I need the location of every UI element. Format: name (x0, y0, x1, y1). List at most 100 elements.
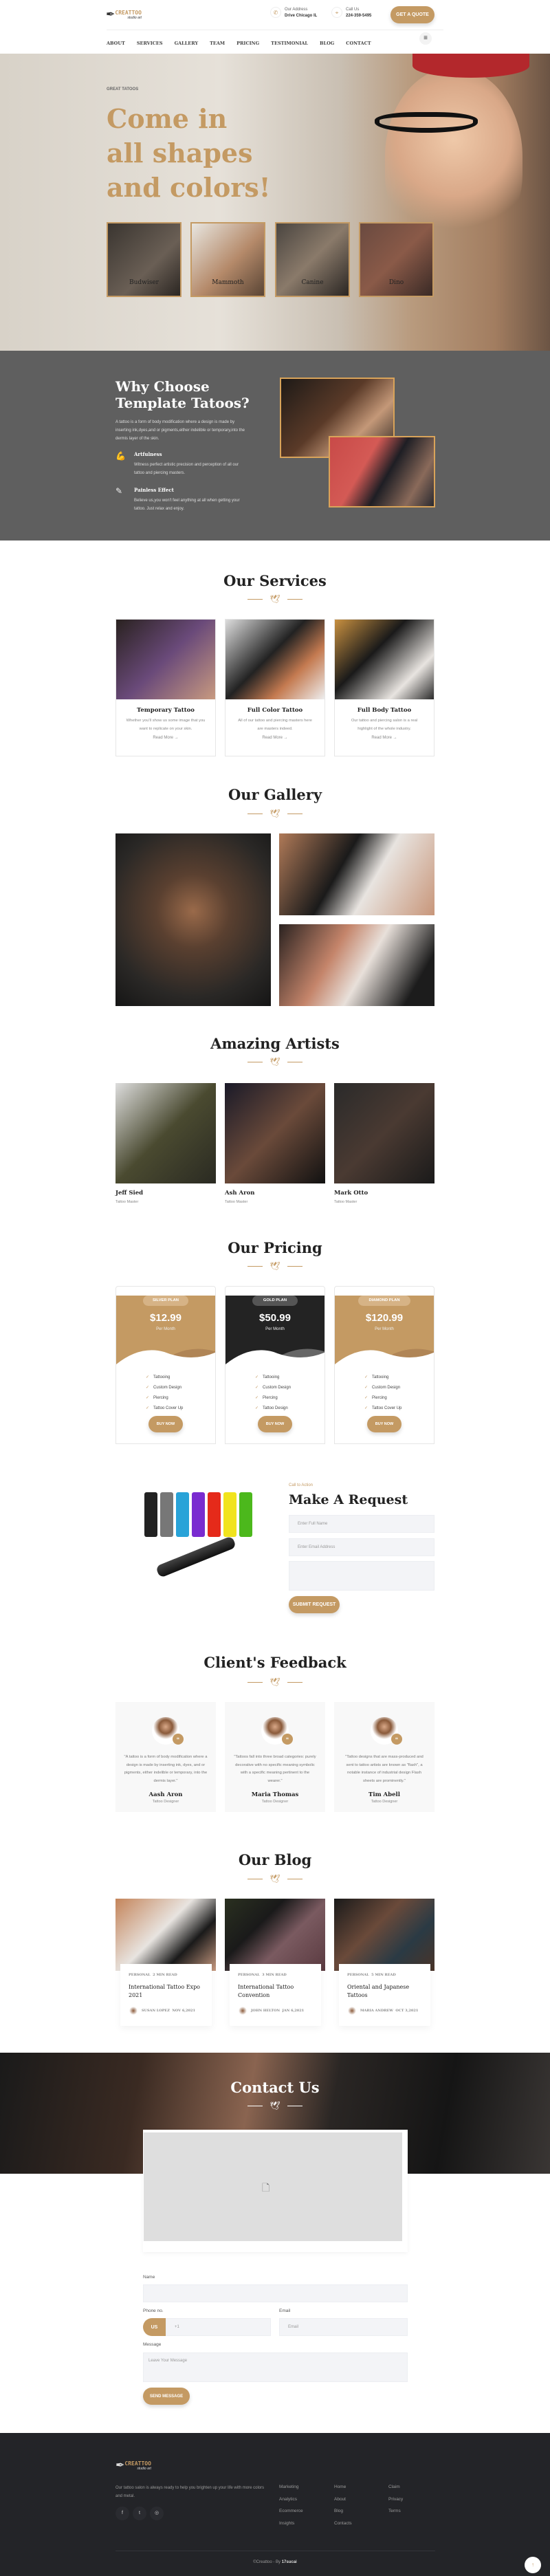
feature-title: Artfulness (134, 451, 162, 457)
author-avatar (347, 2006, 357, 2016)
contact-name-input[interactable] (143, 2284, 408, 2302)
service-card: Temporary Tattoo Whether you'll show us … (116, 619, 216, 756)
contact-message-input[interactable]: Leave Your Message (143, 2353, 408, 2382)
swallow-icon: 🕊 (270, 2101, 280, 2110)
author-avatar (129, 2006, 138, 2016)
hero-thumb[interactable]: Dino (359, 222, 434, 297)
request-message-input[interactable] (289, 1561, 434, 1591)
blog-title[interactable]: Oriental and Japanese Tattoos (347, 1983, 422, 2000)
logo-icon: ✒ (106, 9, 116, 21)
nav-contact[interactable]: CONTACT (346, 41, 371, 46)
footer-link[interactable]: Claim (388, 2485, 400, 2489)
hero-thumb[interactable]: Budwiser (107, 222, 182, 297)
buy-now-button[interactable]: BUY NOW (148, 1416, 183, 1432)
check-icon: ✓ (255, 1386, 259, 1390)
contact-email-input[interactable]: Email (279, 2318, 408, 2336)
footer-link[interactable]: Insights (279, 2521, 294, 2526)
why-title: Why Choose Template Tatoos? (116, 378, 250, 411)
nav-team[interactable]: TEAM (210, 41, 225, 46)
nav-services[interactable]: SERVICES (137, 41, 163, 46)
nav-gallery[interactable]: GALLERY (175, 41, 199, 46)
footer-link[interactable]: Blog (334, 2509, 343, 2513)
plan-badge: SILVER PLAN (143, 1296, 188, 1306)
artist-photo (116, 1083, 216, 1183)
artist-card[interactable]: Jeff Sied Tattoo Master (116, 1083, 216, 1204)
read-more-link[interactable]: Read More → (226, 736, 324, 740)
footer-link[interactable]: Terms (388, 2509, 401, 2513)
testimonial-quote: "A tattoo is a form of body modification… (124, 1755, 208, 1784)
footer-link[interactable]: Contacts (334, 2521, 352, 2526)
arrow-right-icon: → (283, 736, 288, 740)
client-role: Tattoo Designer (371, 1799, 398, 1804)
phone-input[interactable]: +1 (166, 2318, 271, 2336)
artist-card[interactable]: Mark Otto Tattoo Master (334, 1083, 434, 1204)
blog-card[interactable]: PERSONAL 3 MIN READ International Tattoo… (225, 1899, 325, 2029)
artist-role: Tattoo Master (334, 1200, 358, 1204)
plan-feature: ✓ Tattoo Design (255, 1406, 288, 1410)
blog-card[interactable]: PERSONAL 2 MIN READ International Tattoo… (116, 1899, 216, 2029)
submit-request-button[interactable]: SUBMIT REQUEST (289, 1596, 340, 1613)
nav-blog[interactable]: BLOG (320, 41, 334, 46)
hero-thumb[interactable]: Canine (275, 222, 350, 297)
read-more-link[interactable]: Read More → (116, 736, 215, 740)
footer-logo[interactable]: ✒ CREATTOO studio art (116, 2458, 151, 2472)
footer-link[interactable]: Privacy (388, 2497, 403, 2502)
plan-period: Per Month (265, 1327, 285, 1331)
logo-icon: ✒ (116, 2460, 125, 2471)
section-divider: 🕊 (248, 1056, 302, 1067)
buy-now-button[interactable]: BUY NOW (367, 1416, 402, 1432)
map-frame[interactable]: 🗋 (143, 2130, 408, 2252)
nav-about[interactable]: ABOUT (107, 41, 125, 46)
footer-link[interactable]: About (334, 2497, 346, 2502)
pricing-card: DIAMOND PLAN $120.99 Per Month ✓ Tattooin… (334, 1286, 434, 1444)
phone-label: Phone no. (143, 2308, 164, 2313)
service-image (116, 620, 215, 699)
menu-icon[interactable]: ≡ (419, 32, 432, 45)
check-icon: ✓ (146, 1396, 150, 1400)
logo[interactable]: ✒ CREATTOO studio art (106, 8, 142, 21)
name-label: Name (143, 2275, 155, 2280)
plan-badge: GOLD PLAN (252, 1296, 298, 1306)
copyright-brand[interactable]: 17sucai (282, 2560, 297, 2564)
nav-pricing[interactable]: PRICING (236, 41, 259, 46)
check-icon: ✓ (255, 1396, 259, 1400)
email-input[interactable]: Enter Email Address (289, 1538, 434, 1556)
full-name-input[interactable]: Enter Full Name (289, 1515, 434, 1533)
feature-text: Believe us,you won't feel anything at al… (134, 499, 240, 511)
gallery-image[interactable] (279, 833, 434, 915)
quote-icon: “ (173, 1734, 184, 1745)
blog-author: MARIA ANDREW OCT 3,2021 (347, 2006, 422, 2016)
address-info: Our Address Drive Chicago IL (285, 8, 318, 18)
twitter-icon[interactable]: t (133, 2507, 146, 2520)
request-eyebrow: Call to Action (289, 1483, 314, 1487)
check-icon: ✓ (364, 1386, 368, 1390)
hero-eyebrow: GREAT TATOOS (107, 87, 139, 91)
footer-link[interactable]: Home (334, 2485, 346, 2489)
scroll-to-top-button[interactable]: ↑ (525, 2557, 541, 2573)
buy-now-button[interactable]: BUY NOW (258, 1416, 292, 1432)
why-image-2 (329, 436, 435, 507)
blog-card[interactable]: PERSONAL 5 MIN READ Oriental and Japanes… (334, 1899, 434, 2029)
blog-title[interactable]: International Tattoo Expo 2021 (129, 1983, 204, 2000)
artist-card[interactable]: Ash Aron Tattoo Master (225, 1083, 325, 1204)
pricing-title: Our Pricing (228, 1239, 322, 1256)
footer-link[interactable]: Analytics (279, 2497, 297, 2502)
service-text: All of our tattoo and piercing masters h… (238, 719, 312, 731)
tattoo-machine-icon: ✎ (116, 486, 123, 496)
facebook-icon[interactable]: f (116, 2507, 129, 2520)
hero-thumb[interactable]: Mammoth (190, 222, 265, 297)
send-message-button[interactable]: SEND MESSAGE (143, 2388, 190, 2405)
gallery-image[interactable] (116, 833, 271, 1006)
footer-link[interactable]: Marketing (279, 2485, 299, 2489)
client-avatar: “ (152, 1717, 184, 1745)
nav-testimonial[interactable]: TESTIMONIAL (271, 41, 308, 46)
blog-title[interactable]: International Tattoo Convention (238, 1983, 313, 2000)
blog-image (116, 1899, 216, 1971)
message-label: Message (143, 2342, 162, 2347)
read-more-link[interactable]: Read More → (335, 736, 434, 740)
gallery-image[interactable] (279, 924, 434, 1006)
instagram-icon[interactable]: ◎ (150, 2507, 164, 2520)
footer-link[interactable]: Ecommerce (279, 2509, 303, 2513)
country-code-select[interactable]: US (143, 2318, 166, 2336)
get-a-quote-button[interactable]: GET A QUOTE (390, 6, 434, 23)
